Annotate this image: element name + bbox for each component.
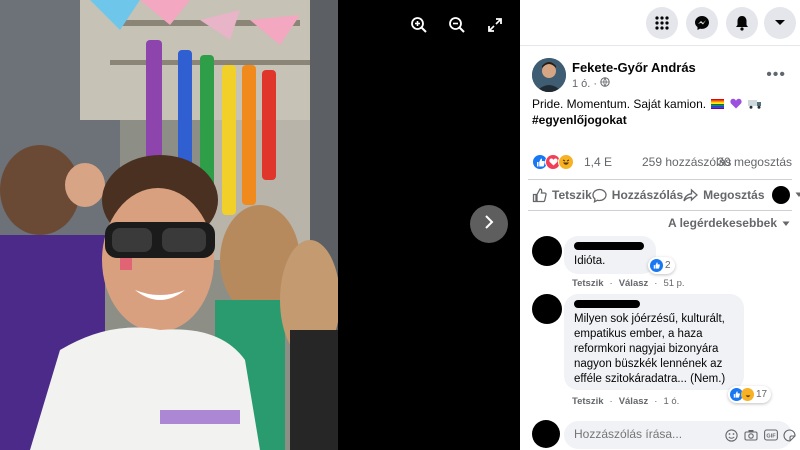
comment-reactions[interactable]: 17 [728,386,772,403]
zoom-out-icon[interactable] [446,14,468,36]
chevron-down-icon [782,216,790,230]
messenger-icon[interactable] [686,7,718,39]
comment-bubble: Milyen sok jóérzésű, kulturált, empatiku… [564,294,744,390]
comment-sort-label: A legérdekesebbek [668,216,777,230]
notifications-bell-icon[interactable] [726,7,758,39]
comment-reaction-count: 2 [665,260,671,271]
like-button-label: Tetszik [552,188,592,202]
chevron-right-icon [482,214,496,235]
comment-time[interactable]: 51 p. [663,278,684,289]
sticker-icon[interactable] [782,428,796,442]
current-user-avatar[interactable] [532,420,560,448]
top-navigation-bar [520,0,800,46]
comment-composer[interactable]: GIF [564,421,796,449]
comment-text: Idióta. [574,255,606,267]
zoom-in-icon[interactable] [408,14,430,36]
comment-button[interactable]: Hozzászólás [592,188,683,203]
post-header: Fekete-Győr András 1 ó. · ••• [532,58,788,94]
comment-sort-dropdown[interactable]: A legérdekesebbek [668,216,790,230]
shares-count[interactable]: 30 megosztás [717,155,792,169]
haha-reaction-icon [558,154,574,170]
comment-text: Milyen sok jóérzésű, kulturált, empatiku… [574,313,726,385]
public-globe-icon [600,77,610,90]
share-arrow-icon [683,188,699,203]
post-side-panel: Fekete-Győr András 1 ó. · ••• Pride. Mom… [520,0,800,450]
account-dropdown-icon[interactable] [764,7,796,39]
svg-text:GIF: GIF [766,434,776,440]
comment-input[interactable] [574,427,714,441]
redacted-commenter-name [574,300,640,308]
truck-emoji-icon [748,97,762,109]
like-reaction-icon [650,259,663,272]
thumbs-up-icon [532,187,547,203]
rainbow-flag-emoji-icon [711,97,725,109]
comment-meta: Tetszik · Válasz · 1 ó. [572,396,680,407]
purple-heart-emoji-icon [730,97,743,109]
comment-bubble: Idióta. [564,236,656,274]
reaction-count[interactable]: 1,4 E [584,155,612,169]
comment-like-link[interactable]: Tetszik [572,396,604,407]
post-time[interactable]: 1 ó. [572,78,590,90]
post-body: Pride. Momentum. Saját kamion. #egyenlőj… [532,96,788,128]
share-button-label: Megosztás [703,188,765,202]
commenter-avatar[interactable] [532,236,562,266]
post-meta: 1 ó. · [572,77,610,90]
chevron-down-icon[interactable] [795,192,800,198]
photo-theater: Fekete-Győr András 1 ó. · ••• Pride. Mom… [0,0,800,450]
gif-icon[interactable]: GIF [764,428,778,442]
comment-reply-link[interactable]: Válasz [619,396,649,407]
comment-bubble-icon [592,188,607,203]
post-hashtag[interactable]: #egyenlőjogokat [532,113,627,127]
photo-viewer [0,0,520,450]
author-name[interactable]: Fekete-Győr András [572,60,696,75]
comment-time[interactable]: 1 ó. [663,396,679,407]
viewer-toolbar [408,14,506,36]
comment-reactions[interactable]: 2 [648,257,675,274]
comment-meta: Tetszik · Válasz · 51 p. [572,278,685,289]
comment-like-link[interactable]: Tetszik [572,278,604,289]
commenter-avatar[interactable] [532,294,562,324]
menu-grid-icon[interactable] [646,7,678,39]
comment-reply-link[interactable]: Válasz [619,278,649,289]
next-photo-button[interactable] [470,205,508,243]
post-action-bar: Tetszik Hozzászólás Megosztás [528,179,800,211]
post-text: Pride. Momentum. Saját kamion. [532,97,707,111]
fullscreen-icon[interactable] [484,14,506,36]
reaction-icons[interactable] [532,154,574,170]
comment-button-label: Hozzászólás [611,188,684,202]
post-stats: 1,4 E 259 hozzászólás 30 megosztás [532,154,792,172]
like-button[interactable]: Tetszik [532,187,592,203]
haha-reaction-icon [741,388,754,401]
camera-icon[interactable] [744,428,758,442]
emoji-icon[interactable] [724,428,738,442]
post-photo[interactable] [0,0,338,450]
author-avatar[interactable] [532,58,566,92]
share-button[interactable]: Megosztás [683,186,800,204]
more-options-icon[interactable]: ••• [766,66,786,84]
comment-reaction-count: 17 [756,389,768,400]
redacted-commenter-name [574,242,644,250]
share-audience-avatar[interactable] [771,186,790,204]
